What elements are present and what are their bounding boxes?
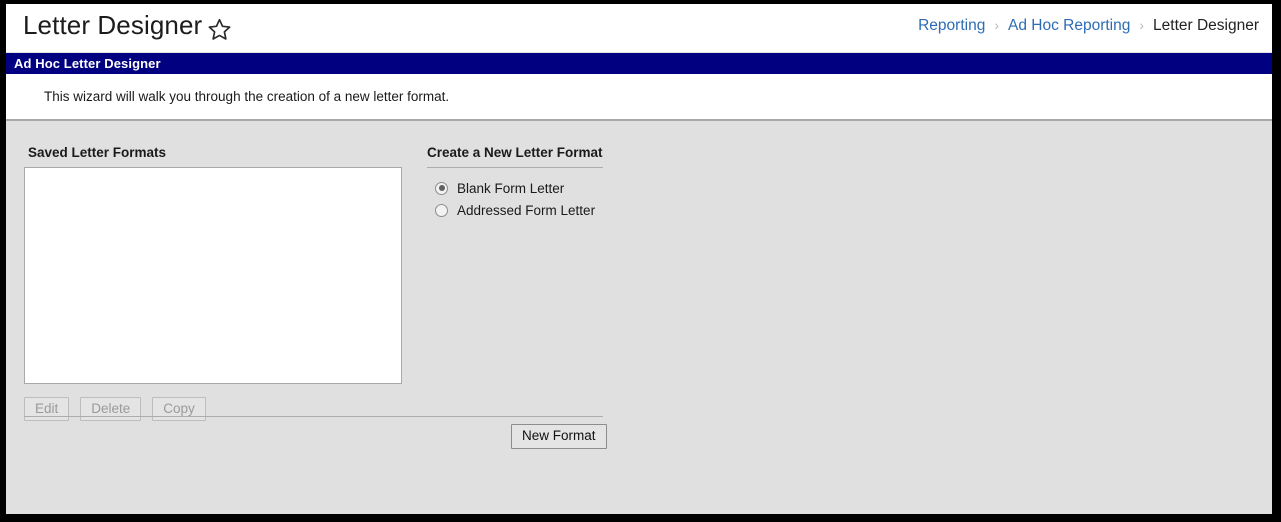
section-divider — [24, 416, 603, 417]
content-area: Saved Letter Formats Edit Delete Copy Cr… — [6, 121, 1272, 514]
radio-mark-selected-icon — [435, 181, 448, 195]
radio-option-blank-form-letter[interactable]: Blank Form Letter — [435, 177, 595, 199]
edit-button[interactable]: Edit — [24, 397, 70, 421]
radio-mark-unselected-icon — [435, 203, 448, 217]
wizard-intro-text: This wizard will walk you through the cr… — [44, 89, 450, 104]
chevron-right-icon: › — [994, 17, 999, 33]
delete-button[interactable]: Delete — [80, 397, 142, 421]
list-action-buttons: Edit Delete Copy — [24, 397, 206, 421]
wizard-intro-panel: This wizard will walk you through the cr… — [6, 74, 1272, 121]
copy-button[interactable]: Copy — [152, 397, 206, 421]
breadcrumb-item-ad-hoc-reporting[interactable]: Ad Hoc Reporting — [1008, 17, 1130, 35]
breadcrumb-item-reporting[interactable]: Reporting — [918, 17, 985, 35]
letter-format-type-radio-group: Blank Form Letter Addressed Form Letter — [435, 177, 595, 221]
radio-label-addressed-form-letter: Addressed Form Letter — [457, 202, 596, 218]
section-header: Ad Hoc Letter Designer — [6, 53, 1272, 74]
new-format-button[interactable]: New Format — [511, 424, 607, 449]
radio-label-blank-form-letter: Blank Form Letter — [457, 180, 565, 196]
saved-letter-formats-listbox[interactable] — [24, 167, 402, 384]
title-bar: Letter Designer Reporting › Ad Hoc Repor… — [6, 4, 1272, 53]
breadcrumb: Reporting › Ad Hoc Reporting › Letter De… — [918, 17, 1259, 35]
chevron-right-icon: › — [1139, 17, 1145, 33]
saved-letter-formats-label: Saved Letter Formats — [28, 145, 167, 160]
page-title: Letter Designer — [23, 10, 203, 40]
new-format-button-wrap: New Format — [511, 424, 607, 449]
star-outline-icon[interactable] — [207, 17, 232, 42]
breadcrumb-item-letter-designer: Letter Designer — [1153, 17, 1259, 34]
radio-option-addressed-form-letter[interactable]: Addressed Form Letter — [435, 199, 595, 221]
create-label-underline — [427, 167, 603, 168]
create-new-letter-format-label: Create a New Letter Format — [427, 145, 603, 160]
application-content: Letter Designer Reporting › Ad Hoc Repor… — [6, 4, 1272, 514]
application-window: Letter Designer Reporting › Ad Hoc Repor… — [0, 0, 1281, 522]
